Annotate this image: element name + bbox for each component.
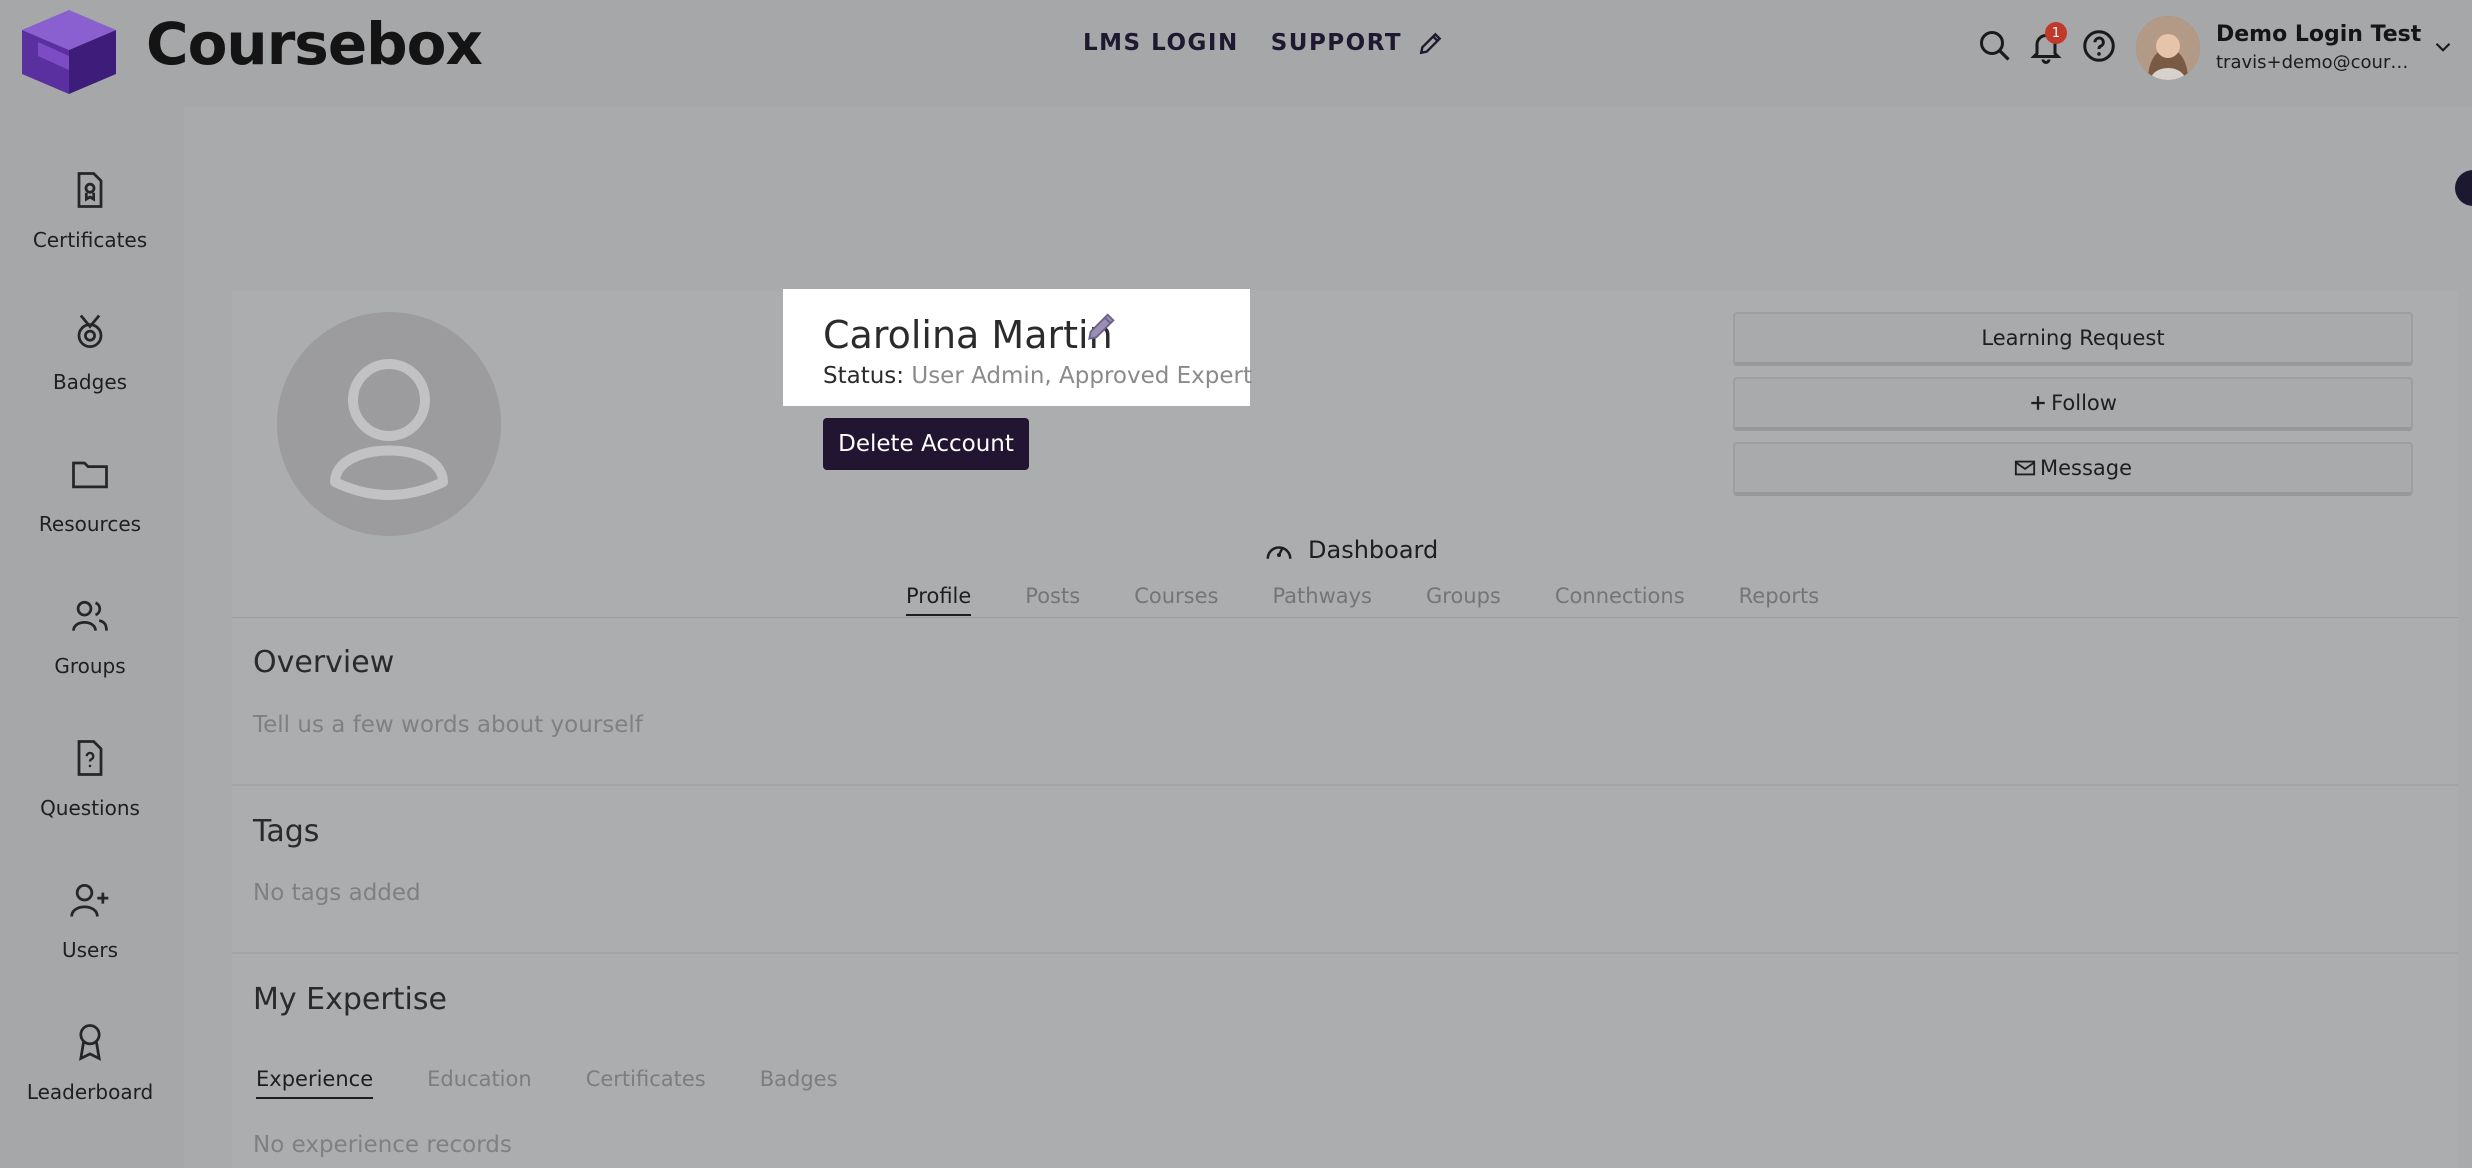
sidebar-item-label: Users	[61, 938, 118, 962]
tab-certificates[interactable]: Certificates	[586, 1067, 706, 1099]
tab-badges[interactable]: Badges	[760, 1067, 838, 1099]
expertise-tabs: Experience Education Certificates Badges	[256, 1067, 892, 1099]
status-label: Status:	[823, 363, 905, 389]
folder-icon	[72, 461, 108, 489]
sidebar-item-groups[interactable]: Groups	[0, 594, 180, 734]
user-name[interactable]: Demo Login Test	[2216, 22, 2421, 47]
dashboard-label: Dashboard	[1308, 536, 1439, 564]
search-icon[interactable]	[1975, 26, 2015, 66]
question-file-icon	[77, 740, 103, 776]
tags-title: Tags	[253, 814, 320, 849]
tags-text: No tags added	[253, 880, 421, 906]
sidebar-item-questions[interactable]: Questions	[0, 736, 180, 876]
overview-title: Overview	[253, 645, 395, 680]
message-button[interactable]: Message	[1733, 442, 2413, 496]
groups-icon	[72, 600, 108, 631]
follow-label: Follow	[2051, 391, 2117, 415]
tab-groups[interactable]: Groups	[1426, 584, 1501, 616]
status-value: User Admin, Approved Expert	[911, 363, 1253, 389]
dashboard-link[interactable]: Dashboard	[1264, 536, 1438, 564]
add-user-icon	[70, 883, 109, 917]
sidebar-item-label: Leaderboard	[26, 1080, 154, 1104]
tab-education[interactable]: Education	[427, 1067, 532, 1099]
gauge-icon	[1266, 546, 1292, 559]
certificate-icon	[77, 172, 103, 208]
tab-pathways[interactable]: Pathways	[1272, 584, 1372, 616]
expertise-title: My Expertise	[253, 982, 447, 1017]
tab-experience[interactable]: Experience	[256, 1067, 374, 1099]
tab-profile[interactable]: Profile	[906, 584, 972, 616]
delete-account-button[interactable]: Delete Account	[823, 418, 1029, 470]
user-avatar[interactable]	[2136, 16, 2200, 80]
sidebar-item-label: Badges	[52, 370, 128, 394]
section-divider	[232, 784, 2458, 786]
edit-pencil-icon[interactable]	[1085, 309, 1119, 343]
tab-courses[interactable]: Courses	[1134, 584, 1218, 616]
tab-posts[interactable]: Posts	[1025, 584, 1080, 616]
message-label: Message	[2039, 456, 2133, 480]
lms-login-link[interactable]: LMS LOGIN	[1083, 30, 1239, 56]
top-header: Coursebox LMS LOGIN SUPPORT 1 Demo Login…	[0, 0, 2472, 106]
overview-text: Tell us a few words about yourself	[253, 712, 643, 738]
sidebar-item-label: Resources	[38, 512, 142, 536]
sidebar-item-badges[interactable]: Badges	[0, 310, 180, 450]
sidebar: Certificates Badges Resources Groups Que…	[0, 106, 184, 1168]
envelope-icon	[2014, 460, 2036, 476]
user-email: travis+demo@courseb...	[2216, 52, 2416, 73]
tab-connections[interactable]: Connections	[1555, 584, 1685, 616]
award-icon	[79, 1024, 101, 1061]
support-link[interactable]: SUPPORT	[1271, 30, 1402, 56]
badge-icon	[77, 314, 103, 349]
tabs-divider	[232, 617, 2458, 618]
sidebar-item-users[interactable]: Users	[0, 878, 180, 1018]
chevron-down-icon[interactable]	[2430, 34, 2456, 60]
plus-icon	[2031, 396, 2045, 410]
sidebar-item-leaderboard[interactable]: Leaderboard	[0, 1020, 180, 1160]
profile-tabs: Profile Posts Courses Pathways Groups Co…	[906, 584, 1873, 616]
expertise-empty-text: No experience records	[253, 1132, 512, 1158]
learning-request-label: Learning Request	[1981, 326, 2165, 350]
support-group: SUPPORT	[1271, 30, 1444, 56]
sidebar-item-resources[interactable]: Resources	[0, 452, 180, 592]
profile-avatar[interactable]	[277, 312, 501, 536]
sidebar-item-label: Questions	[40, 796, 140, 820]
follow-button[interactable]: Follow	[1733, 377, 2413, 431]
profile-status: Status: User Admin, Approved Expert	[823, 363, 1252, 389]
profile-name-box: Carolina Martin Status: User Admin, Appr…	[783, 289, 1252, 406]
tab-reports[interactable]: Reports	[1739, 584, 1820, 616]
sidebar-item-certificates[interactable]: Certificates	[0, 168, 180, 308]
profile-name: Carolina Martin	[823, 313, 1113, 357]
learning-request-button[interactable]: Learning Request	[1733, 312, 2413, 366]
pencil-icon[interactable]	[1418, 30, 1444, 56]
notification-badge: 1	[2045, 22, 2067, 44]
sidebar-item-label: Groups	[54, 654, 126, 678]
coursebox-logo[interactable]	[16, 6, 122, 96]
sidebar-item-label: Certificates	[32, 228, 148, 252]
help-icon[interactable]	[2079, 26, 2119, 66]
top-nav: LMS LOGIN SUPPORT	[1083, 30, 1444, 56]
brand-name[interactable]: Coursebox	[146, 6, 483, 82]
section-divider	[232, 952, 2458, 954]
user-placeholder-icon	[330, 359, 448, 500]
